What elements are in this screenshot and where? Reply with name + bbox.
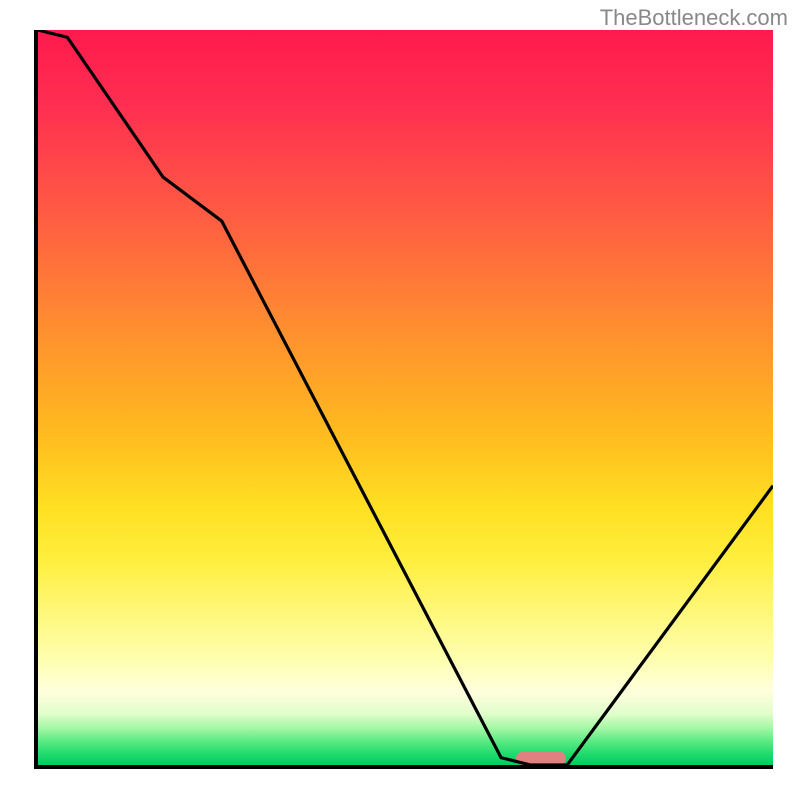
chart-container: TheBottleneck.com [0,0,800,800]
optimal-marker [516,752,566,765]
plot-area [34,30,773,769]
watermark-text: TheBottleneck.com [600,5,788,31]
gradient-background [38,30,773,765]
